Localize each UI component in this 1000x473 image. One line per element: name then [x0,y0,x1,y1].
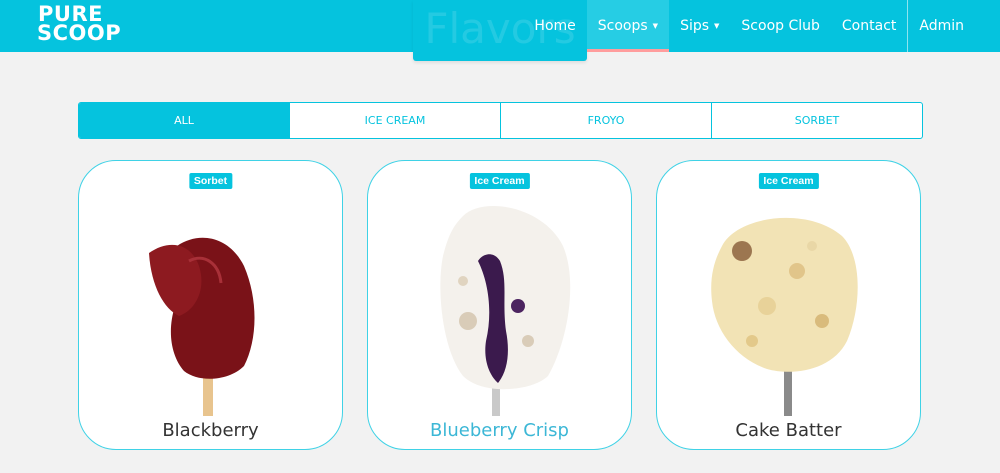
nav-item-label: Home [534,18,576,34]
blackberry-popsicle-image [149,237,255,416]
nav-item-label: Scoop Club [741,18,820,34]
filter-sorbet[interactable]: SORBET [711,103,922,138]
filter-all[interactable]: ALL [79,103,289,138]
flavor-card-blueberry-crisp[interactable]: Ice Cream Blueberry Crisp [367,160,632,450]
category-badge: Sorbet [188,173,233,189]
nav-item-home[interactable]: Home [523,0,586,52]
flavor-card-cake-batter[interactable]: Ice Cream Cake Batter [656,160,921,450]
nav-item-label: Admin [919,18,964,34]
category-badge: Ice Cream [469,173,530,189]
logo-line-2: SCOOP [37,21,122,45]
nav-menu: Home Scoops ▼ Sips ▼ Scoop Club Contact … [523,0,1000,52]
nav-item-scoop-club[interactable]: Scoop Club [730,0,830,52]
flavor-name: Blackberry [162,420,259,441]
flavor-name: Blueberry Crisp [430,420,569,441]
blueberry-crisp-popsicle-image [440,206,571,416]
flavor-name: Cake Batter [735,420,842,441]
filter-froyo[interactable]: FROYO [500,103,711,138]
filter-ice-cream[interactable]: ICE CREAM [289,103,500,138]
caret-down-icon: ▼ [652,22,659,30]
nav-item-contact[interactable]: Contact [831,0,907,52]
nav-item-label: Contact [841,18,897,34]
nav-item-sips[interactable]: Sips ▼ [669,0,730,52]
category-badge: Ice Cream [758,173,819,189]
top-navbar: PURE SCOOP Flavors Home Scoops ▼ Sips ▼ … [0,0,1000,61]
caret-down-icon: ▼ [714,22,720,30]
flavor-card-blackberry[interactable]: Sorbet Blackberry [78,160,343,450]
cake-batter-scoop-image [711,217,858,416]
nav-item-label: Scoops [597,18,648,34]
nav-item-scoops[interactable]: Scoops ▼ [586,0,670,52]
nav-item-label: Sips [680,18,710,34]
nav-item-admin[interactable]: Admin [907,0,1000,52]
flavor-filter-bar: ALL ICE CREAM FROYO SORBET [78,102,923,139]
brand-logo[interactable]: PURE SCOOP [37,4,122,45]
